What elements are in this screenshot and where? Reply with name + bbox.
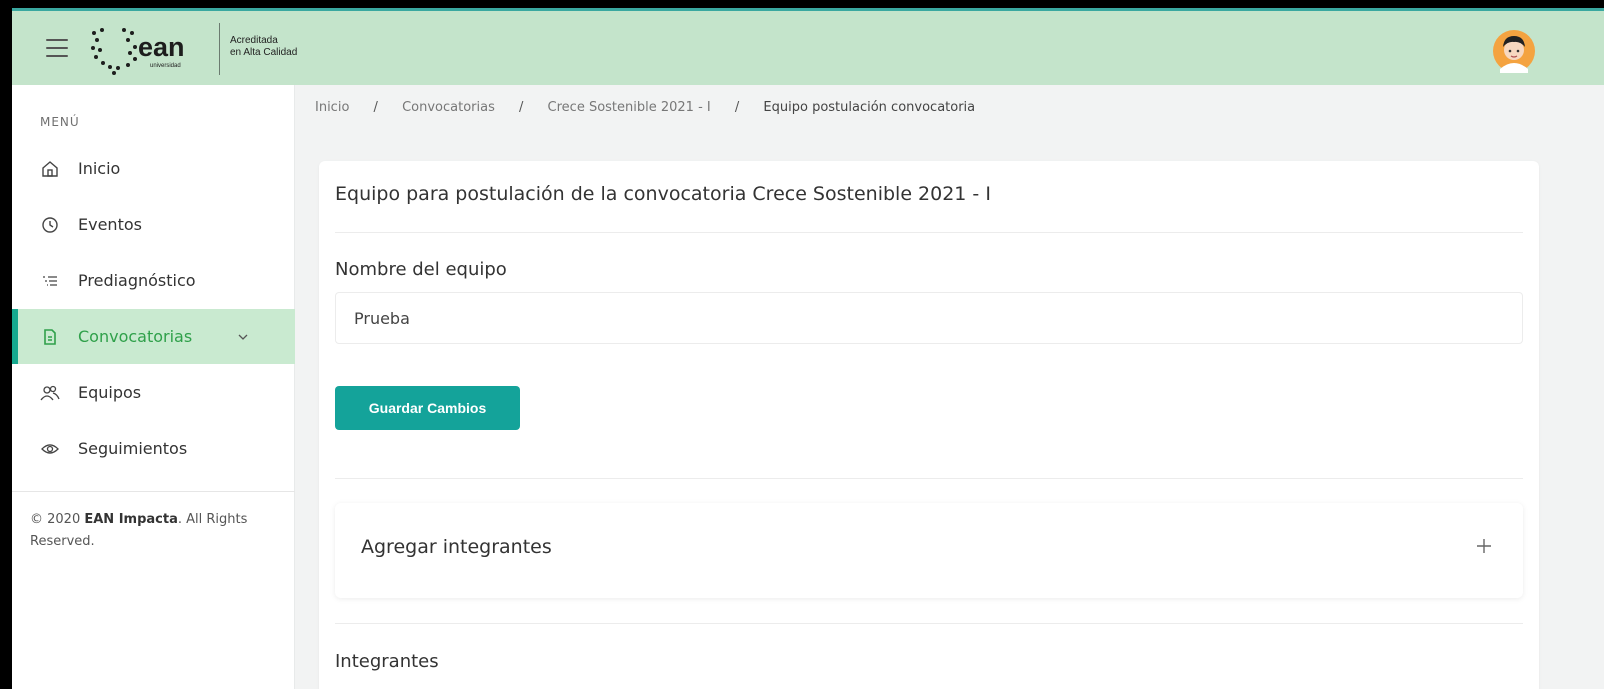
add-members-accordion[interactable]: Agregar integrantes xyxy=(335,503,1523,598)
breadcrumb-separator: / xyxy=(373,100,378,115)
document-icon xyxy=(40,327,60,347)
team-form-card: Equipo para postulación de la convocator… xyxy=(319,161,1539,689)
menu-title: MENÚ xyxy=(40,115,80,129)
home-icon xyxy=(40,159,60,179)
sidebar-item-label: Equipos xyxy=(78,383,142,402)
chevron-down-icon[interactable] xyxy=(236,330,250,344)
sidebar-item-label: Prediagnóstico xyxy=(78,271,196,290)
top-bar: ean universidad Acreditada en Alta Calid… xyxy=(12,8,1604,85)
members-section-title: Integrantes xyxy=(335,651,439,672)
breadcrumb-crece-sostenible[interactable]: Crece Sostenible 2021 - I xyxy=(548,100,711,115)
card-divider xyxy=(335,623,1523,624)
breadcrumb-inicio[interactable]: Inicio xyxy=(315,100,349,115)
accreditation-text: Acreditada en Alta Calidad xyxy=(230,35,297,59)
page-title: Equipo para postulación de la convocator… xyxy=(335,183,991,205)
eye-icon xyxy=(40,439,60,459)
team-name-label: Nombre del equipo xyxy=(335,259,507,280)
hamburger-menu-icon[interactable] xyxy=(46,39,68,57)
user-avatar[interactable] xyxy=(1492,29,1536,73)
sidebar-item-label: Seguimientos xyxy=(78,439,188,458)
app-window: ean universidad Acreditada en Alta Calid… xyxy=(12,8,1604,689)
add-members-label: Agregar integrantes xyxy=(361,536,552,558)
ean-logo[interactable]: ean universidad xyxy=(88,23,213,75)
sidebar: MENÚ Inicio Eventos Prediagnóstico Convo… xyxy=(12,85,295,689)
save-changes-button[interactable]: Guardar Cambios xyxy=(335,386,520,430)
sidebar-item-convocatorias[interactable]: Convocatorias xyxy=(12,309,295,364)
breadcrumb-separator: / xyxy=(734,100,740,115)
card-divider xyxy=(335,478,1523,479)
breadcrumb-convocatorias[interactable]: Convocatorias xyxy=(402,100,495,115)
sidebar-item-equipos[interactable]: Equipos xyxy=(12,365,295,420)
copyright-brand: EAN Impacta xyxy=(84,512,178,527)
team-name-input[interactable] xyxy=(335,292,1523,344)
clock-icon xyxy=(40,215,60,235)
list-icon xyxy=(40,271,60,291)
breadcrumb: Inicio / Convocatorias / Crece Sostenibl… xyxy=(315,100,975,115)
sidebar-item-eventos[interactable]: Eventos xyxy=(12,197,295,252)
users-icon xyxy=(40,383,60,403)
sidebar-item-seguimientos[interactable]: Seguimientos xyxy=(12,421,295,476)
svg-text:universidad: universidad xyxy=(150,63,181,69)
plus-icon[interactable] xyxy=(1475,537,1493,555)
copyright-prefix: © 2020 xyxy=(30,512,85,527)
card-divider xyxy=(335,232,1523,233)
svg-text:ean: ean xyxy=(138,32,185,62)
accreditation-line-2: en Alta Calidad xyxy=(230,47,298,58)
sidebar-item-label: Inicio xyxy=(78,159,121,178)
sidebar-item-label: Eventos xyxy=(78,215,142,234)
logo-divider xyxy=(219,23,220,75)
sidebar-item-prediagnostico[interactable]: Prediagnóstico xyxy=(12,253,295,308)
sidebar-item-label: Convocatorias xyxy=(78,327,193,346)
breadcrumb-current: Equipo postulación convocatoria xyxy=(763,100,976,115)
accreditation-line-1: Acreditada xyxy=(230,35,278,46)
copyright-text: © 2020 EAN Impacta. All Rights Reserved. xyxy=(30,509,280,553)
sidebar-divider xyxy=(12,491,295,492)
breadcrumb-separator: / xyxy=(519,100,524,115)
sidebar-item-inicio[interactable]: Inicio xyxy=(12,141,295,196)
